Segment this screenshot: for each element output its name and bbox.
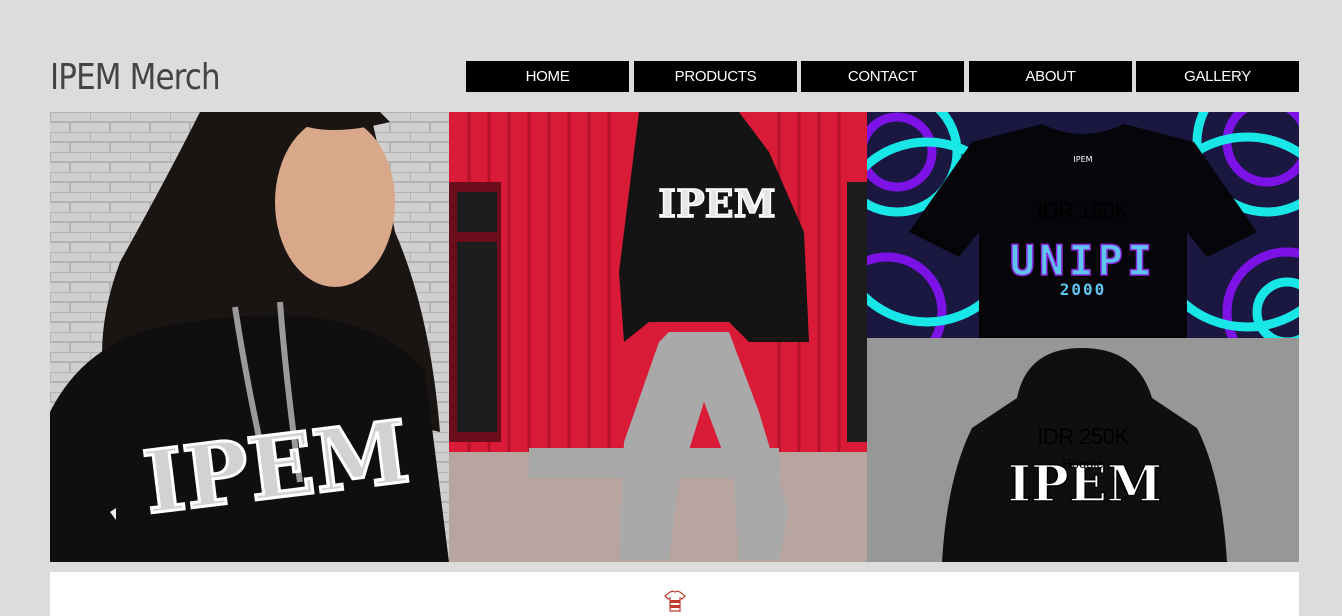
model-closeup-illustration: IPEM	[50, 112, 449, 562]
gallery-photo-model-closeup[interactable]: IPEM	[50, 112, 449, 562]
tshirt-print: UNIPI	[1010, 236, 1156, 285]
tshirt-illustration: IPEM UNIPI 2000	[867, 112, 1299, 338]
price-hoodie: IDR 250K	[1037, 424, 1129, 449]
hoodie-illustration: IPEM	[867, 338, 1299, 562]
nav-products[interactable]: PRODUCTS	[634, 61, 797, 92]
product-card-hoodie[interactable]: IPEM IDR 250K Hoodie	[867, 338, 1299, 562]
footer-bar	[50, 572, 1299, 616]
product-card-tshirt[interactable]: IPEM UNIPI 2000 IDR 150K	[867, 112, 1299, 338]
model-container-illustration: IPEM	[449, 112, 867, 562]
t-shirt-icon	[664, 590, 686, 616]
price-tshirt: IDR 150K	[1037, 198, 1129, 223]
gallery-photo-model-container[interactable]: IPEM	[449, 112, 867, 562]
main-nav: HOME PRODUCTS CONTACT ABOUT GALLERY	[466, 61, 1299, 92]
nav-gallery[interactable]: GALLERY	[1136, 61, 1299, 92]
hoodie-print-2: IPEM	[658, 181, 775, 226]
nav-contact[interactable]: CONTACT	[801, 61, 964, 92]
tshirt-print-year: 2000	[1060, 280, 1107, 299]
svg-text:IPEM: IPEM	[1073, 155, 1092, 164]
nav-about[interactable]: ABOUT	[969, 61, 1132, 92]
nav-home[interactable]: HOME	[466, 61, 629, 92]
product-name-hoodie: Hoodie	[1062, 456, 1104, 471]
site-logo[interactable]: IPEM Merch	[50, 56, 221, 100]
